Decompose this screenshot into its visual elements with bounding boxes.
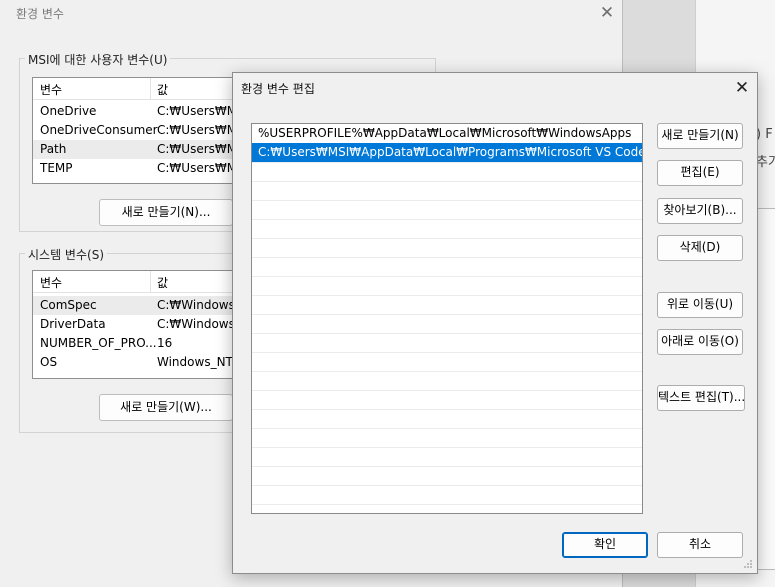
- variable-value: 16: [157, 336, 173, 350]
- list-item-selected[interactable]: Path C:₩Users₩MSI: [33, 140, 238, 159]
- resize-grip-icon[interactable]: [743, 559, 753, 569]
- move-down-button[interactable]: 아래로 이동(O): [657, 329, 743, 355]
- list-header: 변수 값: [33, 78, 238, 100]
- empty-row[interactable]: [252, 276, 642, 296]
- empty-row[interactable]: [252, 162, 642, 182]
- list-item-selected[interactable]: ComSpec C:₩Windows₩: [33, 296, 238, 315]
- empty-row[interactable]: [252, 371, 642, 391]
- empty-row[interactable]: [252, 352, 642, 372]
- empty-row[interactable]: [252, 257, 642, 277]
- close-icon[interactable]: ✕: [731, 77, 753, 99]
- user-variables-label: MSI에 대한 사용자 변수(U): [25, 51, 171, 68]
- column-header-value[interactable]: 값: [157, 274, 168, 291]
- close-icon[interactable]: ✕: [596, 2, 618, 24]
- browse-button[interactable]: 찾아보기(B)...: [657, 198, 743, 224]
- column-divider[interactable]: [150, 78, 151, 99]
- list-item[interactable]: OneDrive C:₩Users₩MSI: [33, 102, 238, 121]
- empty-row[interactable]: [252, 333, 642, 353]
- empty-row[interactable]: [252, 466, 642, 486]
- list-item[interactable]: NUMBER_OF_PRO... 16: [33, 334, 238, 353]
- dialog-title: 환경 변수 편집: [241, 82, 315, 96]
- empty-row[interactable]: [252, 181, 642, 201]
- empty-row[interactable]: [252, 428, 642, 448]
- list-item[interactable]: OneDriveConsumer C:₩Users₩MSI: [33, 121, 238, 140]
- empty-row[interactable]: [252, 314, 642, 334]
- empty-row[interactable]: [252, 409, 642, 429]
- variable-value: C:₩Users₩MSI: [157, 123, 238, 137]
- empty-row[interactable]: [252, 447, 642, 467]
- variable-value: C:₩Users₩MSI: [157, 142, 238, 156]
- variable-value: C:₩Users₩MSI: [157, 161, 238, 175]
- edit-button[interactable]: 편집(E): [657, 160, 743, 186]
- empty-row[interactable]: [252, 238, 642, 258]
- variable-name: NUMBER_OF_PRO...: [40, 336, 157, 350]
- system-variables-label: 시스템 변수(S): [25, 246, 107, 263]
- edit-text-button[interactable]: 텍스트 편집(T)...: [657, 385, 745, 411]
- variable-name: Path: [40, 142, 67, 156]
- edit-environment-variable-dialog: 환경 변수 편집 ✕ %USERPROFILE%₩AppData₩Local₩M…: [232, 72, 758, 574]
- empty-row[interactable]: [252, 219, 642, 239]
- user-new-button[interactable]: 새로 만들기(N)...: [99, 199, 233, 226]
- column-header-value[interactable]: 값: [157, 81, 168, 98]
- variable-name: TEMP: [40, 161, 73, 175]
- system-variables-list[interactable]: 변수 값 ComSpec C:₩Windows₩ DriverData C:₩W…: [32, 270, 239, 379]
- empty-row[interactable]: [252, 485, 642, 505]
- list-item[interactable]: OS Windows_NT: [33, 353, 238, 372]
- variable-name: DriverData: [40, 317, 106, 331]
- background-panel: [756, 208, 775, 570]
- path-entries-list[interactable]: %USERPROFILE%₩AppData₩Local₩Microsoft₩Wi…: [251, 123, 643, 514]
- list-item[interactable]: %USERPROFILE%₩AppData₩Local₩Microsoft₩Wi…: [252, 124, 642, 144]
- variable-name: ComSpec: [40, 298, 97, 312]
- list-item-selected[interactable]: C:₩Users₩MSI₩AppData₩Local₩Programs₩Micr…: [252, 143, 642, 163]
- system-new-button[interactable]: 새로 만들기(W)...: [99, 394, 233, 421]
- background-text-fragment: ) F: [756, 127, 773, 142]
- empty-row[interactable]: [252, 295, 642, 315]
- empty-row[interactable]: [252, 390, 642, 410]
- list-header: 변수 값: [33, 271, 238, 293]
- column-divider[interactable]: [150, 271, 151, 292]
- empty-row[interactable]: [252, 200, 642, 220]
- variable-name: OneDrive: [40, 104, 97, 118]
- column-header-name[interactable]: 변수: [40, 274, 62, 291]
- list-item[interactable]: DriverData C:₩Windows₩: [33, 315, 238, 334]
- delete-button[interactable]: 삭제(D): [657, 235, 743, 261]
- dialog-title: 환경 변수: [16, 7, 64, 21]
- variable-value: C:₩Windows₩: [157, 317, 239, 331]
- variable-value: C:₩Users₩MSI: [157, 104, 238, 118]
- move-up-button[interactable]: 위로 이동(U): [657, 292, 743, 318]
- variable-name: OS: [40, 355, 58, 369]
- variable-name: OneDriveConsumer: [40, 123, 158, 137]
- variable-value: Windows_NT: [157, 355, 233, 369]
- variable-value: C:₩Windows₩: [157, 298, 239, 312]
- user-variables-list[interactable]: 변수 값 OneDrive C:₩Users₩MSI OneDriveConsu…: [32, 77, 239, 184]
- background-text-fragment: 추가: [756, 155, 775, 170]
- cancel-button[interactable]: 취소: [657, 532, 743, 558]
- list-item[interactable]: TEMP C:₩Users₩MSI: [33, 159, 238, 178]
- new-button[interactable]: 새로 만들기(N): [657, 123, 743, 149]
- path-entry-text: C:₩Users₩MSI₩AppData₩Local₩Programs₩Micr…: [258, 145, 643, 159]
- column-header-name[interactable]: 변수: [40, 81, 62, 98]
- ok-button[interactable]: 확인: [562, 532, 648, 558]
- path-entry-text: %USERPROFILE%₩AppData₩Local₩Microsoft₩Wi…: [258, 126, 632, 140]
